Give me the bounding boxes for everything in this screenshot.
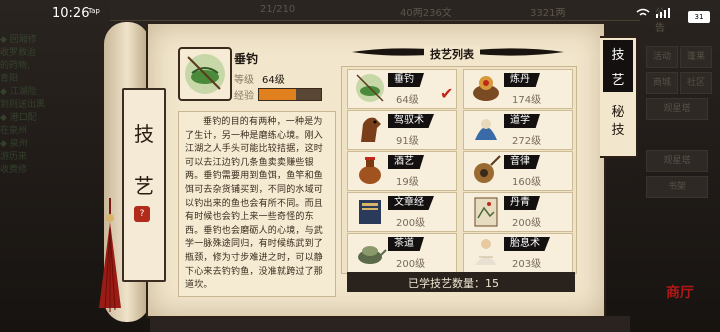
skill-description-box: 垂钓的目的有两种，一种是为了生计，另一种是磨练心境。刚入江湖之人手头可能比较拮据… bbox=[178, 111, 336, 297]
skill-tile-name: 音律 bbox=[504, 155, 540, 169]
music-icon bbox=[474, 155, 501, 183]
skill-tile-tea[interactable]: 茶道 200级 bbox=[347, 233, 457, 273]
taoism-icon bbox=[475, 119, 497, 140]
skill-tile-name: 炼丹 bbox=[504, 73, 540, 87]
log-line: ◆ 回厢修 bbox=[0, 35, 37, 45]
skill-tile-alchemy[interactable]: 炼丹 174级 bbox=[463, 69, 573, 109]
wine-icon bbox=[359, 157, 381, 184]
skill-description: 垂钓的目的有两种，一种是为了生计，另一种是磨练心境。刚入江湖之人手头可能比较拮据… bbox=[185, 117, 324, 291]
tab-skills-char-1: 技 bbox=[611, 48, 625, 63]
skill-list-title: 技艺列表 bbox=[424, 46, 480, 62]
observatory-button[interactable]: 观星塔 bbox=[646, 98, 708, 120]
log-line: ◆ 泉州 bbox=[0, 139, 28, 149]
log-line: ◆ 港口配 bbox=[0, 113, 37, 123]
log-line: ◆ 江湖险 bbox=[0, 87, 37, 97]
skill-tile-level: 203级 bbox=[512, 259, 542, 270]
bottom-bar bbox=[150, 316, 630, 332]
skill-tile-level: 200级 bbox=[396, 218, 426, 229]
learned-count-label: 已学技艺数量： bbox=[408, 277, 485, 290]
skill-tile-meditation[interactable]: 胎息术 203级 bbox=[463, 233, 573, 273]
skill-tile-book[interactable]: 文章经 200级 bbox=[347, 192, 457, 232]
log-line: 青阳 bbox=[0, 74, 19, 84]
skill-tile-name: 道学 bbox=[504, 114, 540, 128]
learned-count: 已学技艺数量：15 bbox=[408, 275, 499, 291]
scroll-title-char-1: 技 bbox=[134, 122, 154, 146]
skill-tile-name: 驾驭术 bbox=[388, 114, 434, 128]
wifi-icon bbox=[636, 7, 678, 22]
event-log: ◆ 回厢修收罗救治的药物, 青阳 ◆ 江湖险到则送出黑 ◆ 港口配在泉州 ◆ 泉州游历来… bbox=[0, 34, 100, 324]
log-line: 收罗救治 bbox=[0, 48, 37, 58]
tea-icon bbox=[358, 246, 387, 264]
log-line: 到则送出黑 bbox=[0, 100, 46, 110]
log-line: 的药物, bbox=[0, 61, 30, 71]
skill-tile-level: 174级 bbox=[512, 95, 542, 106]
community-button[interactable]: 社区 bbox=[680, 72, 712, 94]
exp-bar bbox=[258, 88, 322, 101]
scroll-title-char-2: 艺 bbox=[134, 174, 154, 198]
fishing-icon bbox=[356, 74, 384, 102]
skill-list: 垂钓 64级 ✔ 炼丹 174级驾驭术 91级 道学 272级酒艺 19级 音律 160级文章经 20… bbox=[341, 66, 577, 274]
skill-tile-level: 272级 bbox=[512, 136, 542, 147]
observatory-button-2[interactable]: 观星塔 bbox=[646, 150, 708, 172]
painting-icon bbox=[474, 197, 498, 227]
skill-tile-level: 160级 bbox=[512, 177, 542, 188]
skill-tile-level: 200级 bbox=[396, 259, 426, 270]
skill-tile-level: 91级 bbox=[396, 136, 419, 147]
skill-tile-name: 茶道 bbox=[388, 237, 424, 251]
log-line: 收费修 bbox=[0, 165, 28, 175]
skill-tile-music[interactable]: 音律 160级 bbox=[463, 151, 573, 191]
alchemy-icon bbox=[473, 76, 499, 101]
skill-tile-wine[interactable]: 酒艺 19级 bbox=[347, 151, 457, 191]
selected-skill-icon bbox=[178, 47, 232, 101]
exp-bar-fill bbox=[259, 89, 297, 100]
tab-secret-char-2: 技 bbox=[611, 123, 625, 138]
help-seal-icon[interactable]: ? bbox=[134, 206, 150, 222]
tab-secret-char-1: 秘 bbox=[611, 105, 625, 120]
skill-tile-painting[interactable]: 丹青 200级 bbox=[463, 192, 573, 232]
exp-label: 经验 bbox=[234, 91, 254, 102]
skill-tile-name: 垂钓 bbox=[388, 73, 424, 87]
learned-count-value: 15 bbox=[485, 277, 499, 290]
tab-skills-char-2: 艺 bbox=[611, 73, 625, 88]
level-value: 64级 bbox=[262, 75, 285, 86]
skill-tile-name: 文章经 bbox=[388, 196, 434, 210]
shop-button[interactable]: 商城 bbox=[646, 72, 678, 94]
selected-skill-name: 垂钓 bbox=[234, 52, 259, 66]
checkmark-icon: ✔ bbox=[440, 84, 454, 103]
skill-tile-horse[interactable]: 驾驭术 91级 bbox=[347, 110, 457, 150]
horse-icon bbox=[361, 117, 381, 142]
skill-tile-taoism[interactable]: 道学 272级 bbox=[463, 110, 573, 150]
scroll-title-banner: 技 艺 bbox=[122, 88, 166, 282]
tab-secret-skills[interactable]: 秘 技 bbox=[603, 104, 633, 148]
clock: 10:26 bbox=[52, 6, 90, 21]
log-line: 在泉州 bbox=[0, 126, 28, 136]
level-label: 等级 bbox=[234, 75, 254, 86]
skill-tile-fishing[interactable]: 垂钓 64级 ✔ bbox=[347, 69, 457, 109]
status-tag: Tap bbox=[88, 7, 100, 15]
side-menu: 活动 蓬莱 商城 社区 观星塔 观星塔 书架 bbox=[640, 40, 712, 290]
skill-tile-level: 19级 bbox=[396, 177, 419, 188]
activity-button[interactable]: 活动 bbox=[646, 46, 678, 68]
corner-logo: 商厅 bbox=[666, 285, 694, 301]
skill-tile-name: 丹青 bbox=[504, 196, 540, 210]
penglai-button[interactable]: 蓬莱 bbox=[680, 46, 712, 68]
bookshelf-button[interactable]: 书架 bbox=[646, 176, 708, 198]
battery-icon: 31 bbox=[688, 11, 710, 23]
tab-skills[interactable]: 技 艺 bbox=[603, 40, 633, 92]
skill-tile-name: 酒艺 bbox=[388, 155, 424, 169]
tassel-icon bbox=[99, 198, 121, 312]
book-icon bbox=[359, 200, 381, 224]
log-line: 游历来 bbox=[0, 152, 28, 162]
skill-tile-level: 64级 bbox=[396, 95, 419, 106]
fishing-icon bbox=[185, 54, 225, 94]
meditation-icon bbox=[475, 239, 497, 265]
skill-tile-level: 200级 bbox=[512, 218, 542, 229]
skill-tile-name: 胎息术 bbox=[504, 237, 550, 251]
